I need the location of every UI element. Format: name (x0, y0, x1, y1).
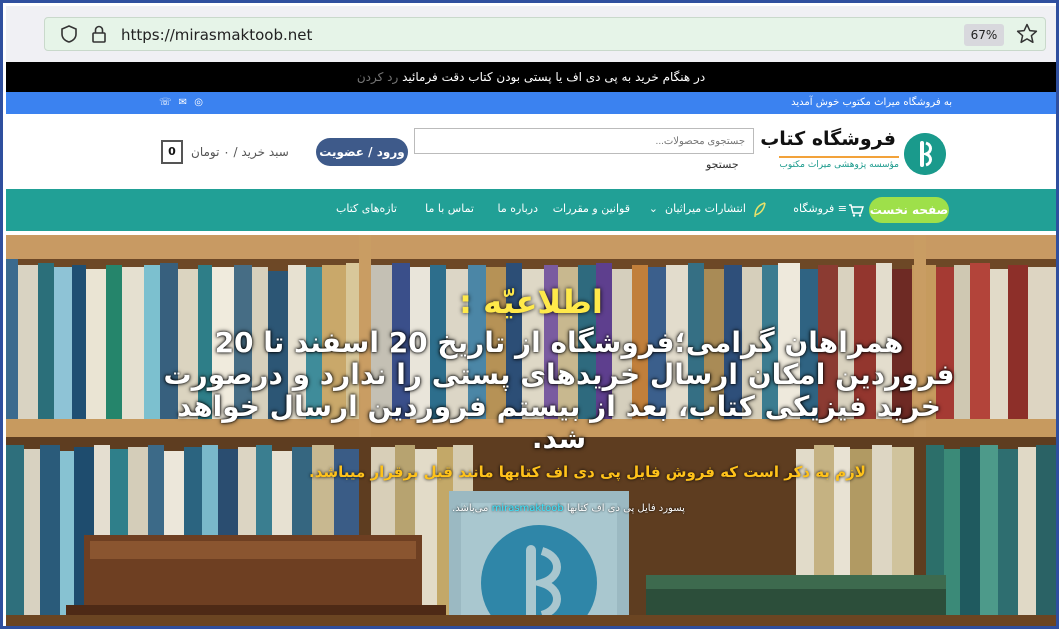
nav-item-about[interactable]: درباره ما (498, 202, 538, 215)
announcement-password-note: پسورد فایل پی دی اف کتابها mirasmaktoob … (6, 503, 1056, 514)
site-header: فروشگاه کتاب مؤسسه پژوهشی میراث مکتوب جس… (6, 114, 1056, 189)
feather-icon (754, 202, 766, 218)
browser-window: https://mirasmaktoob.net 67% در هنگام خر… (0, 0, 1059, 629)
logo-subtitle: مؤسسه پژوهشی میراث مکتوب (779, 156, 899, 170)
password-note-after: می‌باشد. (452, 503, 489, 514)
product-search-input[interactable] (414, 128, 754, 154)
cart-label[interactable]: سبد خرید / ۰ تومان (191, 145, 289, 159)
cart-icon[interactable] (848, 202, 864, 218)
search-button[interactable]: جستجو (706, 158, 739, 171)
address-bar[interactable]: https://mirasmaktoob.net 67% (44, 17, 1046, 51)
welcome-text: به فروشگاه میراث مکتوب خوش آمدید (791, 97, 952, 108)
top-bar: به فروشگاه میراث مکتوب خوش آمدید ☏ ✉ ◎ (6, 92, 1056, 114)
login-register-button[interactable]: ورود / عضویت (316, 138, 408, 166)
announcement-note: لازم به ذکر است که فروش فایل پی دی اف کت… (309, 463, 866, 481)
contact-icons[interactable]: ☏ ✉ ◎ (159, 92, 205, 114)
shield-icon[interactable] (59, 24, 79, 44)
store-notice-text: در هنگام خرید به پی دی اف یا پستی بودن ک… (402, 70, 706, 84)
store-notice-dismiss[interactable]: رد کردن (357, 70, 398, 84)
nav-item-shop[interactable]: ≡ فروشگاه (793, 202, 847, 215)
chevron-down-icon[interactable]: ⌄ (649, 202, 658, 215)
nav-home-button[interactable]: صفحه نخست (869, 197, 949, 223)
nav-item-rules[interactable]: قوانین و مقررات (553, 202, 630, 215)
browser-toolbar: https://mirasmaktoob.net 67% (6, 6, 1056, 62)
site-logo-icon[interactable] (904, 133, 946, 175)
store-notice-bar: در هنگام خرید به پی دی اف یا پستی بودن ک… (6, 62, 1056, 92)
bookmark-star-icon[interactable] (1015, 22, 1039, 46)
announcement-title: اطلاعیّه : (459, 283, 603, 321)
zoom-level-badge[interactable]: 67% (964, 24, 1004, 46)
lock-icon[interactable] (89, 24, 109, 44)
main-nav: صفحه نخست ≡ فروشگاه انتشارات میراثیان ⌄ … (6, 189, 1056, 231)
logo-title[interactable]: فروشگاه کتاب (760, 128, 896, 150)
nav-item-publications[interactable]: انتشارات میراثیان (665, 202, 746, 215)
nav-item-contact[interactable]: تماس با ما (425, 202, 474, 215)
cart-count-icon[interactable]: 0 (161, 140, 183, 164)
nav-item-new-books[interactable]: تازه‌های کتاب (336, 202, 397, 215)
hero-banner: اطلاعیّه : همراهان گرامی؛فروشگاه از تاری… (6, 231, 1056, 626)
url-text[interactable]: https://mirasmaktoob.net (121, 26, 312, 44)
password-note-before: پسورد فایل پی دی اف کتابها (566, 503, 685, 514)
announcement-body: همراهان گرامی؛فروشگاه از تاریخ 20 اسفند … (163, 326, 955, 455)
password-brand-text: mirasmaktoob (491, 503, 564, 514)
